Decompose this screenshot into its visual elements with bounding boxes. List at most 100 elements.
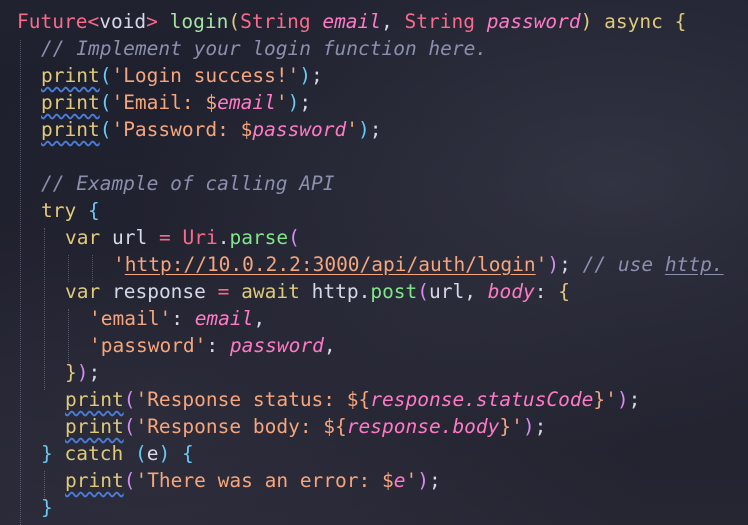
token-bracket: ( <box>123 388 136 411</box>
token-bracket: ) <box>299 64 312 87</box>
code-line-7[interactable]: // Example of calling API <box>41 170 335 197</box>
token-bracket: ( <box>123 469 136 492</box>
token-bracket: ( <box>134 442 147 465</box>
token-bracket: ( <box>99 64 112 87</box>
indent-guide <box>68 309 69 363</box>
code-editor[interactable]: Future<void> login(String email, String … <box>0 0 748 525</box>
token-string: $ <box>382 469 394 492</box>
token-bracket: ( <box>288 226 300 249</box>
token-string: ' <box>346 118 359 141</box>
token-variable: url <box>429 280 465 303</box>
token-interp-var: password <box>252 118 347 141</box>
token-operator: = <box>217 280 230 303</box>
token-interp-var: response.statusCode <box>370 388 594 411</box>
token-type: String <box>240 10 311 33</box>
token-bracket: } <box>41 442 53 465</box>
code-line-1[interactable]: Future<void> login(String email, String … <box>17 8 686 35</box>
token-interp-var: e <box>393 469 406 492</box>
code-line-5[interactable]: print('Password: $password'); <box>41 116 382 143</box>
code-line-17[interactable]: } catch (e) { <box>41 440 194 467</box>
token-keyword: catch <box>64 442 124 465</box>
token-string: } <box>499 415 512 438</box>
token-string: 'email' <box>89 307 172 330</box>
token-function-call: print <box>65 415 124 438</box>
token-bracket: ) <box>547 253 560 276</box>
token-string: 'Password: <box>111 118 241 141</box>
token-function-call: parse <box>229 226 289 249</box>
token-interp-var: email <box>217 91 276 114</box>
token-bracket: } <box>41 496 53 519</box>
token-function-call: print <box>65 388 124 411</box>
code-line-16[interactable]: print('Response body: ${response.body}')… <box>65 413 546 440</box>
token-bracket: ( <box>99 118 112 141</box>
token-bracket: ) <box>580 10 593 33</box>
token-string: ' <box>511 415 523 438</box>
token-string: ${ <box>323 415 347 438</box>
code-line-9[interactable]: var url = Uri.parse( <box>65 224 300 251</box>
code-line-10[interactable]: 'http://10.0.2.2:3000/api/auth/login'); … <box>113 251 724 278</box>
token-variable: response <box>111 280 206 303</box>
code-line-13[interactable]: 'password': password, <box>89 332 336 359</box>
token-bracket: { <box>181 442 194 465</box>
token-bracket: ) <box>417 469 429 492</box>
token-punct: . <box>217 226 230 249</box>
token-bracket: ( <box>228 10 241 33</box>
token-bracket: { <box>674 10 687 33</box>
token-function-call: print <box>41 64 100 87</box>
token-bracket: ) <box>522 415 535 438</box>
token-string: 'Login success!' <box>111 64 300 87</box>
token-bracket: ( <box>99 91 112 114</box>
code-line-3[interactable]: print('Login success!'); <box>41 62 323 89</box>
token-bracket: ( <box>123 415 136 438</box>
token-punct: , <box>464 280 477 303</box>
token-string: } <box>593 388 606 411</box>
token-bracket: ) <box>616 388 629 411</box>
token-variable: http <box>311 280 359 303</box>
token-punct: < <box>87 10 100 33</box>
code-line-18[interactable]: print('There was an error: $e'); <box>65 467 441 494</box>
token-named-arg: body <box>487 280 535 303</box>
token-string: ' <box>535 253 548 276</box>
token-bracket: ) <box>287 91 300 114</box>
token-keyword: await <box>241 280 300 303</box>
token-bracket: { <box>558 280 570 303</box>
token-type: Uri <box>182 226 218 249</box>
token-bracket: ) <box>158 442 171 465</box>
token-punct: , <box>323 334 336 357</box>
token-string: ' <box>113 253 125 276</box>
token-punct: ; <box>299 91 312 114</box>
token-string: 'Email: <box>111 91 206 114</box>
token-operator: = <box>158 226 171 249</box>
token-bracket: ( <box>417 280 430 303</box>
token-string: ' <box>405 469 418 492</box>
token-variable: url <box>111 226 148 249</box>
token-bracket: ) <box>358 118 370 141</box>
code-line-4[interactable]: print('Email: $email'); <box>41 89 311 116</box>
code-line-14[interactable]: }); <box>65 359 100 386</box>
token-function-call: print <box>41 118 100 141</box>
token-keyword: try <box>41 199 77 222</box>
token-punct: ; <box>429 469 441 492</box>
code-line-12[interactable]: 'email': email, <box>89 305 265 332</box>
code-line-11[interactable]: var response = await http.post(url, body… <box>65 278 570 305</box>
token-keyword: var <box>65 226 101 249</box>
token-keyword: async <box>604 10 663 33</box>
token-comment: // Implement your login function here. <box>41 37 488 60</box>
token-function-call: post <box>370 280 418 303</box>
token-comment-link[interactable]: http. <box>665 253 724 276</box>
token-type: void <box>99 10 147 33</box>
token-string: ${ <box>346 388 371 411</box>
token-punct: ; <box>534 415 547 438</box>
token-function: login <box>169 10 229 33</box>
token-function-call: print <box>65 469 124 492</box>
token-string: ' <box>275 91 288 114</box>
token-url-link[interactable]: http://10.0.2.2:3000/api/auth/login <box>125 253 536 276</box>
token-param: email <box>322 10 382 33</box>
token-string: 'Response status: <box>135 388 347 411</box>
token-string: 'Response body: <box>135 415 324 438</box>
code-line-15[interactable]: print('Response status: ${response.statu… <box>65 386 640 413</box>
code-line-8[interactable]: try { <box>41 197 100 224</box>
code-line-2[interactable]: // Implement your login function here. <box>41 35 487 62</box>
code-line-19[interactable]: } <box>41 494 53 521</box>
token-variable: e <box>146 442 159 465</box>
